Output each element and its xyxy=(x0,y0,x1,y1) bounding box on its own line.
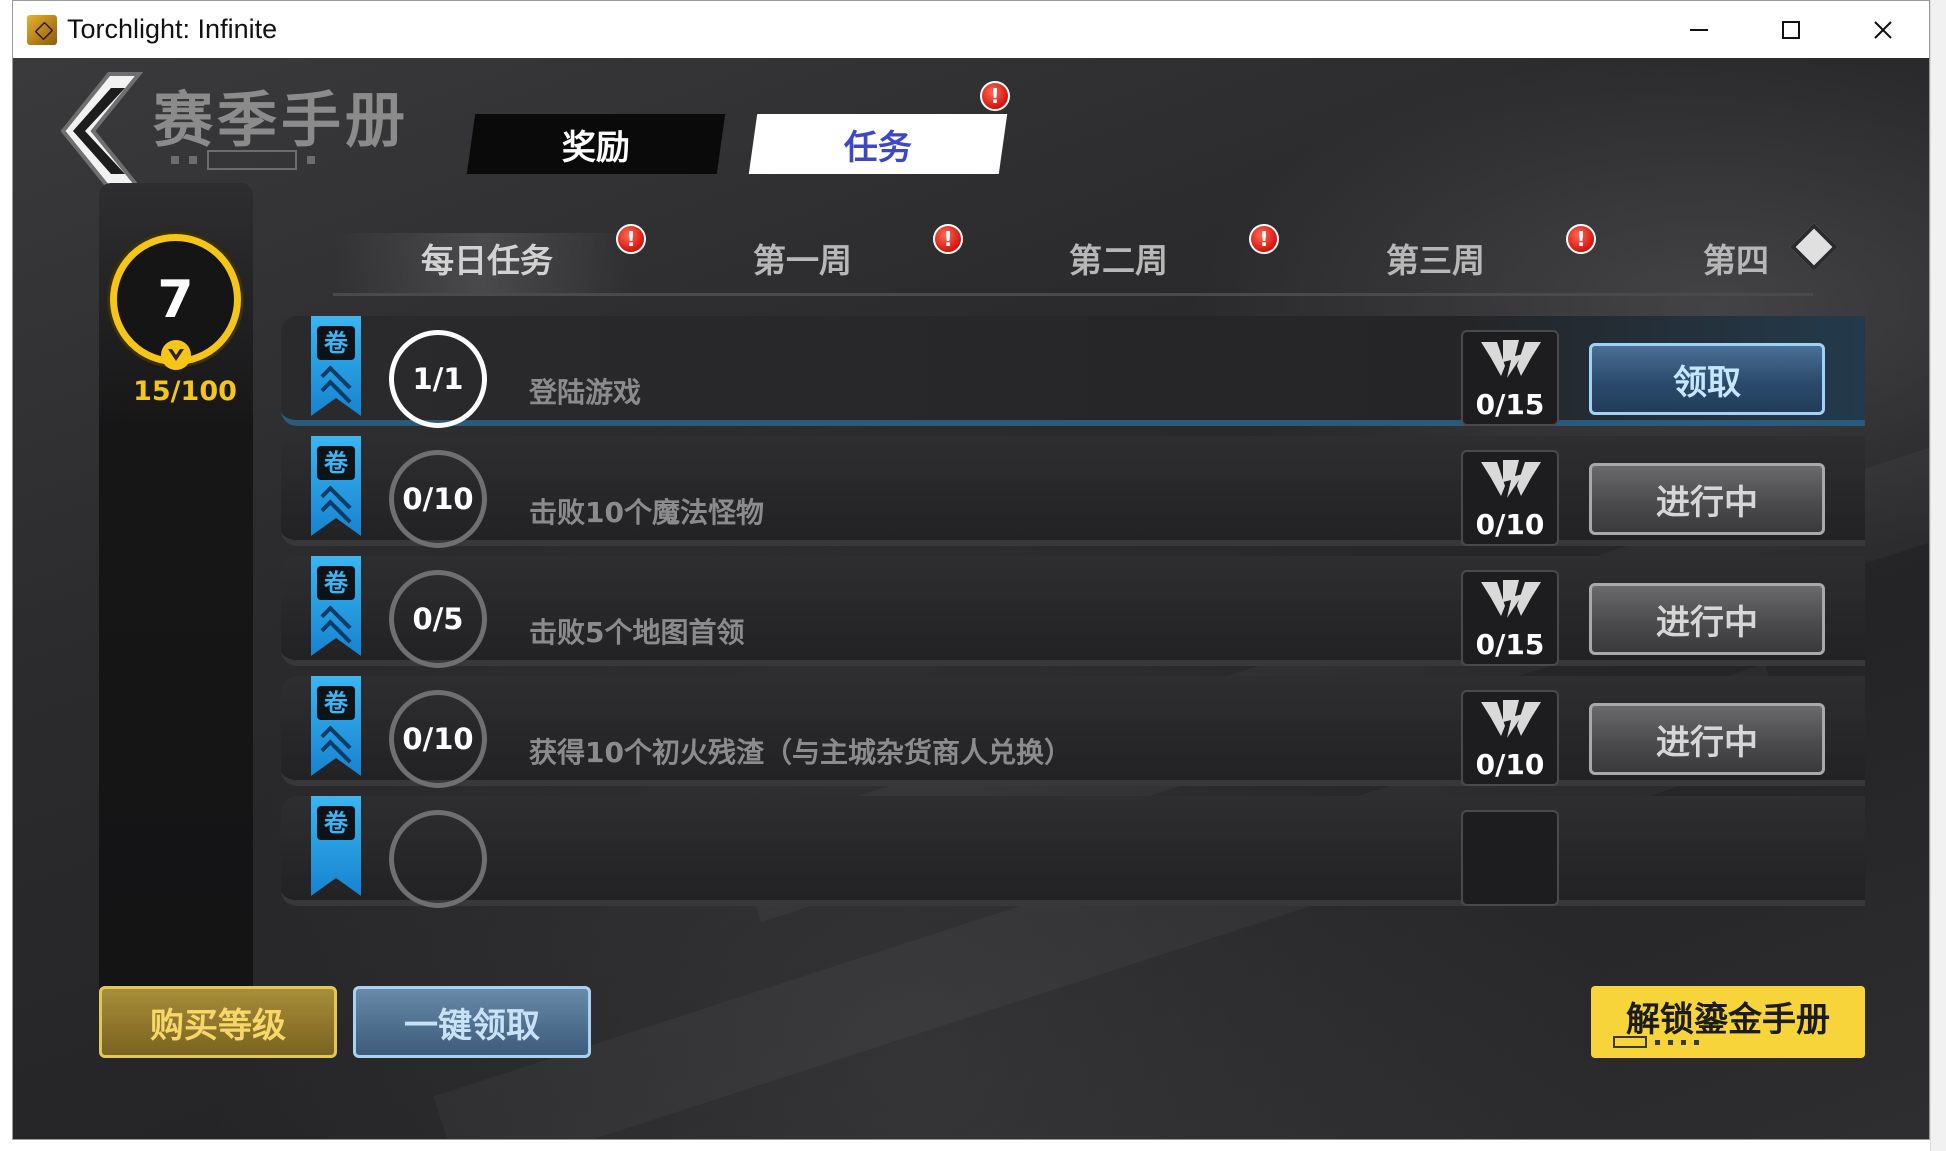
in-progress-button[interactable]: 进行中 xyxy=(1589,463,1825,535)
subtab-week-2[interactable]: 第二周 xyxy=(1069,234,1168,282)
alert-icon: ! xyxy=(980,81,1010,111)
subtab-week-4[interactable]: 第四 xyxy=(1703,234,1769,282)
tab-tasks[interactable]: 任务 xyxy=(748,114,1008,174)
scroll-icon: 卷 xyxy=(317,686,355,720)
task-row-partial: 卷 xyxy=(281,796,1865,908)
quest-ribbon-icon: 卷 xyxy=(311,316,361,416)
task-row: 卷 0/5 击败5个地图首领 0/15 进行中 xyxy=(281,556,1865,668)
task-progress: 0/5 xyxy=(389,570,487,668)
task-progress: 0/10 xyxy=(389,690,487,788)
window-controls xyxy=(1653,1,1929,58)
reward-box: 0/10 xyxy=(1461,450,1559,546)
app-icon xyxy=(27,14,57,45)
unlock-premium-button[interactable]: 解锁鎏金手册 xyxy=(1591,986,1865,1058)
task-name: 击败10个魔法怪物 xyxy=(529,496,764,529)
window-title: Torchlight: Infinite xyxy=(67,14,278,44)
reward-box: 0/15 xyxy=(1461,570,1559,666)
reward-amount: 0/15 xyxy=(1475,628,1545,661)
alert-icon: ! xyxy=(1566,224,1596,254)
season-crest-icon xyxy=(1481,580,1541,618)
title-bar: Torchlight: Infinite xyxy=(13,1,1929,58)
maximize-button[interactable] xyxy=(1745,1,1837,58)
season-crest-icon xyxy=(1481,460,1541,498)
maximize-icon xyxy=(1782,20,1800,39)
reward-amount: 0/15 xyxy=(1475,388,1545,421)
quest-ribbon-icon: 卷 xyxy=(311,556,361,656)
task-name: 击败5个地图首领 xyxy=(529,616,745,649)
alert-icon: ! xyxy=(933,224,963,254)
in-progress-button[interactable]: 进行中 xyxy=(1589,703,1825,775)
tab-rewards[interactable]: 奖励 xyxy=(466,114,726,174)
subtabs-divider xyxy=(333,293,1813,296)
task-row: 卷 0/10 击败10个魔法怪物 0/10 进行中 xyxy=(281,436,1865,548)
close-icon xyxy=(1874,20,1892,39)
scroll-icon: 卷 xyxy=(317,446,355,480)
back-arrow-icon[interactable] xyxy=(51,66,151,196)
close-button[interactable] xyxy=(1837,1,1929,58)
minimize-button[interactable] xyxy=(1653,1,1745,58)
title-decoration xyxy=(171,150,315,170)
reward-amount: 0/10 xyxy=(1475,508,1545,541)
level-experience: 15/100 xyxy=(133,376,237,407)
scroll-icon: 卷 xyxy=(317,806,355,840)
reward-amount: 0/10 xyxy=(1475,748,1545,781)
task-row: 卷 0/10 获得10个初火残渣（与主城杂货商人兑换） 0/10 进行中 xyxy=(281,676,1865,788)
reward-box xyxy=(1461,810,1559,906)
unlock-decoration xyxy=(1613,1036,1699,1048)
subtab-week-1[interactable]: 第一周 xyxy=(753,234,852,282)
next-subtab-icon[interactable] xyxy=(1789,222,1839,272)
subtab-week-3[interactable]: 第三周 xyxy=(1386,234,1485,282)
task-list[interactable]: 卷 1/1 登陆游戏 0/15 领取 卷 0/10 击败10个魔法怪物 0/10… xyxy=(281,316,1865,962)
task-progress: 0/10 xyxy=(389,450,487,548)
quest-ribbon-icon: 卷 xyxy=(311,796,361,896)
alert-icon: ! xyxy=(616,224,646,254)
tab-rewards-label: 奖励 xyxy=(562,127,630,168)
background-window-strip xyxy=(1930,0,1946,1151)
task-name: 获得10个初火残渣（与主城杂货商人兑换） xyxy=(529,736,1072,769)
scroll-icon: 卷 xyxy=(317,566,355,600)
scroll-icon: 卷 xyxy=(317,326,355,360)
task-row: 卷 1/1 登陆游戏 0/15 领取 xyxy=(281,316,1865,428)
buy-level-button[interactable]: 购买等级 xyxy=(99,986,337,1058)
unlock-premium-label: 解锁鎏金手册 xyxy=(1626,1000,1830,1040)
quest-ribbon-icon: 卷 xyxy=(311,436,361,536)
reward-box: 0/15 xyxy=(1461,330,1559,426)
claim-all-button[interactable]: 一键领取 xyxy=(353,986,591,1058)
minimize-icon xyxy=(1690,28,1708,31)
quest-ribbon-icon: 卷 xyxy=(311,676,361,776)
claim-button[interactable]: 领取 xyxy=(1589,343,1825,415)
level-badge-icon xyxy=(161,340,191,370)
reward-box: 0/10 xyxy=(1461,690,1559,786)
season-crest-icon xyxy=(1481,700,1541,738)
alert-icon: ! xyxy=(1249,224,1279,254)
in-progress-button[interactable]: 进行中 xyxy=(1589,583,1825,655)
season-handbook-screen: 赛季手册 奖励 任务 ! 7 15/100 每日任务 ! 第一周 ! 第二周 !… xyxy=(13,58,1929,1139)
game-window: Torchlight: Infinite 赛季手册 奖励 任务 ! 7 15/1… xyxy=(12,0,1930,1140)
tab-tasks-label: 任务 xyxy=(844,127,912,168)
season-crest-icon xyxy=(1481,340,1541,378)
subtab-daily[interactable]: 每日任务 xyxy=(421,234,553,282)
task-progress: 1/1 xyxy=(389,330,487,428)
task-progress xyxy=(389,810,487,908)
task-name: 登陆游戏 xyxy=(529,376,642,409)
page-title: 赛季手册 xyxy=(153,86,409,156)
